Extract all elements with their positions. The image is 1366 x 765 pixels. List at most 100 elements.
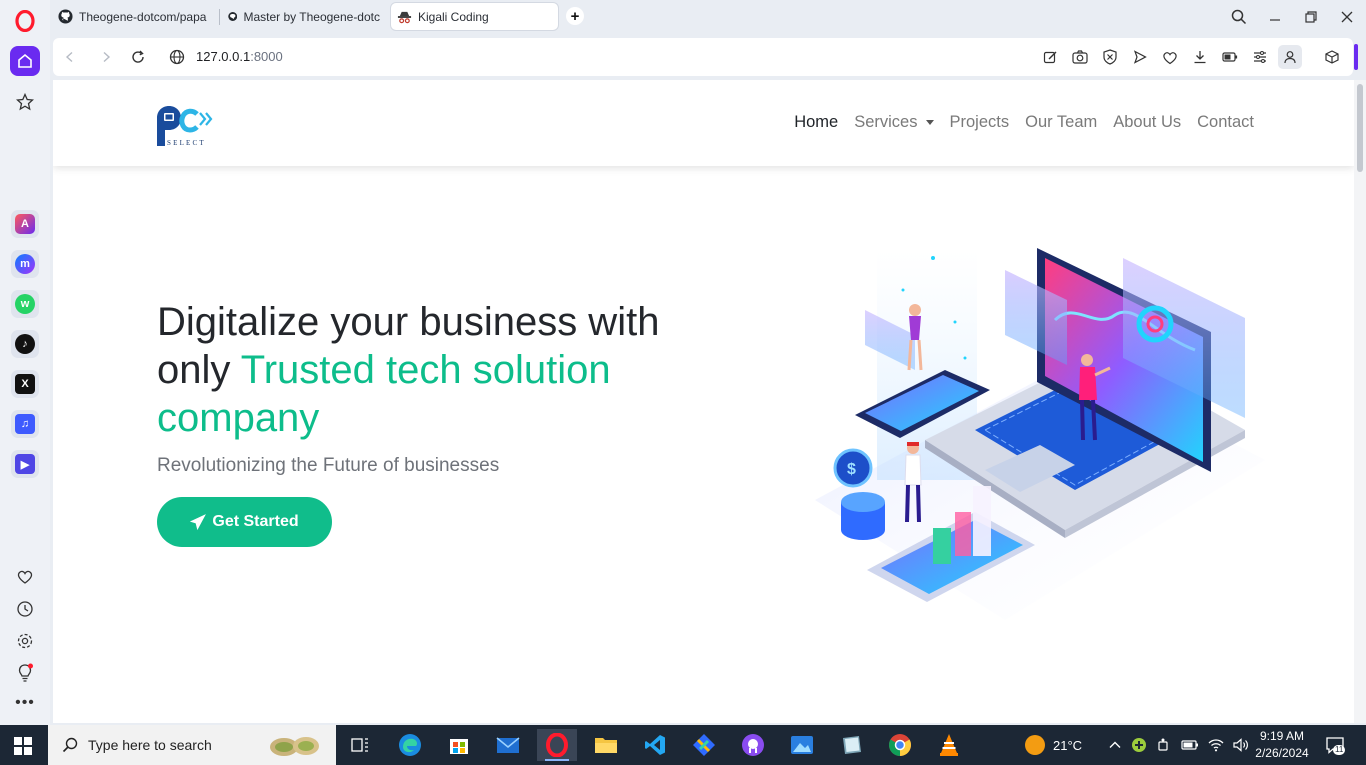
mail-taskbar-button[interactable] [488, 729, 528, 761]
heart-icon [1163, 51, 1177, 64]
page-scrollbar[interactable] [1354, 80, 1366, 723]
restore-button[interactable] [1299, 6, 1323, 28]
whatsapp-app-button[interactable]: w [11, 290, 39, 318]
pistachio-highlight-icon [270, 737, 319, 756]
github-icon [58, 9, 73, 24]
wifi-icon[interactable] [1208, 738, 1224, 752]
weather-widget[interactable]: 21°C [1025, 725, 1082, 765]
plus-circle-tray-icon[interactable] [1131, 737, 1147, 753]
snapshot-button[interactable] [1070, 47, 1090, 67]
nav-home[interactable]: Home [794, 113, 838, 132]
nav-contact[interactable]: Contact [1197, 113, 1254, 132]
pinboards-button[interactable] [10, 87, 40, 117]
notes-taskbar-button[interactable] [831, 729, 871, 761]
github-icon [228, 12, 238, 21]
tab-kigali-coding[interactable]: Kigali Coding [391, 3, 558, 30]
photos-icon [791, 736, 813, 754]
hero-title: Digitalize your business with only Trust… [157, 298, 717, 442]
cube-icon [1325, 50, 1339, 64]
get-started-label: Get Started [212, 513, 299, 530]
vscode-icon [645, 735, 665, 755]
more-icon[interactable]: ••• [13, 691, 37, 715]
adblock-button[interactable] [1100, 47, 1120, 67]
url-field[interactable]: 127.0.0.1:8000 [196, 49, 283, 64]
taskbar-clock[interactable]: 9:19 AM 2/26/2024 [1250, 728, 1314, 762]
taskbar-search-input[interactable]: Type here to search [48, 725, 336, 765]
site-info-button[interactable] [167, 47, 187, 67]
edge-taskbar-button[interactable] [390, 729, 430, 761]
windows-taskbar: Type here to search 21°C 9:19 AM 2/26/20… [0, 725, 1366, 765]
flow-button[interactable] [1130, 47, 1150, 67]
chevron-up-icon[interactable] [1108, 738, 1122, 752]
git-taskbar-button[interactable] [684, 729, 724, 761]
battery-saver-button[interactable] [1220, 47, 1240, 67]
store-taskbar-button[interactable] [439, 729, 479, 761]
tab-github-papa[interactable]: Theogene-dotcom/papa [52, 3, 214, 30]
chrome-taskbar-button[interactable] [880, 729, 920, 761]
easy-setup-button[interactable] [1250, 47, 1270, 67]
close-window-button[interactable] [1335, 6, 1359, 28]
nav-services-label: Services [854, 113, 918, 131]
meet-now-icon[interactable] [1156, 737, 1172, 753]
new-tab-button[interactable]: + [566, 7, 584, 25]
taskbar-search-placeholder: Type here to search [88, 737, 212, 753]
back-button[interactable] [60, 47, 80, 67]
get-started-button[interactable]: Get Started [157, 497, 332, 547]
nav-our-team[interactable]: Our Team [1025, 113, 1097, 132]
photos-taskbar-button[interactable] [782, 729, 822, 761]
vlc-taskbar-button[interactable] [929, 729, 969, 761]
clock-time: 9:19 AM [1259, 729, 1305, 743]
tips-button[interactable] [13, 661, 37, 685]
notification-center-button[interactable]: 11 [1322, 725, 1348, 765]
star-icon [16, 93, 34, 111]
bookmark-button[interactable] [1160, 47, 1180, 67]
whatsapp-icon: w [15, 294, 35, 314]
history-button[interactable] [13, 597, 37, 621]
site-logo[interactable]: SELECT [155, 104, 221, 148]
tiktok-app-button[interactable]: ♪ [11, 330, 39, 358]
task-view-button[interactable] [340, 729, 380, 761]
settings-button[interactable] [13, 629, 37, 653]
close-icon [1341, 11, 1353, 23]
music-player-app-button[interactable]: ♫ [11, 410, 39, 438]
vscode-taskbar-button[interactable] [635, 729, 675, 761]
github-desktop-taskbar-button[interactable] [733, 729, 773, 761]
battery-icon[interactable] [1181, 739, 1199, 751]
active-indicator [545, 759, 569, 761]
vlc-icon [940, 734, 958, 756]
aria-app-button[interactable]: A [11, 210, 39, 238]
edit-tool-button[interactable] [1040, 47, 1060, 67]
nav-about-us[interactable]: About Us [1113, 113, 1181, 132]
paper-plane-icon [190, 514, 207, 530]
windows-start-icon[interactable] [14, 737, 32, 755]
system-tray [1108, 725, 1249, 765]
gear-icon [17, 633, 33, 649]
reload-button[interactable] [128, 47, 148, 67]
tab-github-master[interactable]: Master by Theogene-dotc [222, 3, 386, 30]
tab-label: Theogene-dotcom/papa [79, 9, 207, 24]
favorites-button[interactable] [13, 565, 37, 589]
lightbulb-icon [18, 663, 33, 682]
explorer-taskbar-button[interactable] [586, 729, 626, 761]
store-icon [450, 739, 468, 754]
search-tabs-button[interactable] [1227, 6, 1251, 28]
volume-icon[interactable] [1233, 738, 1249, 752]
opera-taskbar-button[interactable] [537, 729, 577, 761]
downloads-button[interactable] [1190, 47, 1210, 67]
tab-label: Master by Theogene-dotc [243, 9, 380, 24]
nav-services[interactable]: Services [854, 113, 934, 132]
messenger-app-button[interactable]: m [11, 250, 39, 278]
extensions-button[interactable] [1322, 47, 1342, 67]
x-app-button[interactable]: X [11, 370, 39, 398]
address-bar: 127.0.0.1:8000 [53, 38, 1353, 76]
nav-projects[interactable]: Projects [950, 113, 1010, 132]
url-port: :8000 [250, 49, 283, 64]
home-button[interactable] [10, 46, 40, 76]
player-app-button[interactable]: ▶ [11, 450, 39, 478]
minimize-button[interactable] [1263, 6, 1287, 28]
profile-button[interactable] [1278, 45, 1302, 69]
scrollbar-thumb[interactable] [1357, 84, 1363, 172]
forward-button[interactable] [96, 47, 116, 67]
opera-logo-icon[interactable] [15, 10, 35, 32]
logo-caption: SELECT [167, 139, 206, 147]
